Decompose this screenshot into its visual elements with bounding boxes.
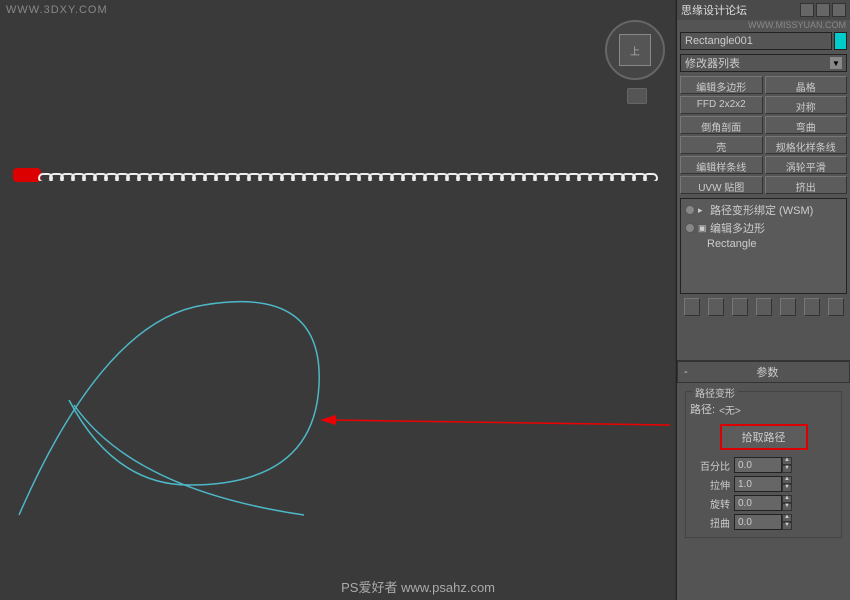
mod-bend-button[interactable]: 弯曲	[765, 116, 848, 134]
rotate-label: 旋转	[690, 496, 730, 511]
viewport[interactable]: WWW.3DXY.COM 上 PS爱好者 www.psahz.com	[0, 0, 675, 600]
params-rollup-header[interactable]: - 参数	[677, 361, 850, 383]
mod-edit-poly-button[interactable]: 编辑多边形	[680, 76, 763, 94]
mod-turbosmooth-button[interactable]: 涡轮平滑	[765, 156, 848, 174]
mod-edit-spline-button[interactable]: 编辑样条线	[680, 156, 763, 174]
pick-path-button[interactable]: 拾取路径	[720, 424, 808, 450]
chevron-down-icon: ▼	[830, 57, 842, 69]
spinner-up-icon[interactable]: ▲	[782, 457, 792, 465]
bulb-icon[interactable]	[685, 205, 695, 215]
mod-lattice-button[interactable]: 晶格	[765, 76, 848, 94]
path-label: 路径:	[690, 401, 715, 417]
object-name-input[interactable]	[680, 32, 832, 50]
forum-title: 思缘设计论坛	[681, 2, 800, 18]
stack-tool-icon[interactable]	[804, 298, 820, 316]
configure-sets-icon[interactable]	[780, 298, 796, 316]
spinner-up-icon[interactable]: ▲	[782, 476, 792, 484]
tab-modify-icon[interactable]	[816, 3, 830, 17]
rotate-input[interactable]	[734, 495, 782, 511]
spinner-down-icon[interactable]: ▼	[782, 465, 792, 473]
stretch-input[interactable]	[734, 476, 782, 492]
viewcube-home-button[interactable]	[627, 88, 647, 104]
chain-gizmo	[13, 168, 41, 182]
show-end-result-icon[interactable]	[708, 298, 724, 316]
spinner-down-icon[interactable]: ▼	[782, 522, 792, 530]
mod-symmetry-button[interactable]: 对称	[765, 96, 848, 114]
spinner-up-icon[interactable]: ▲	[782, 514, 792, 522]
viewcube-face[interactable]: 上	[619, 34, 651, 66]
mod-extrude-button[interactable]: 挤出	[765, 176, 848, 194]
chain-object[interactable]	[13, 168, 668, 182]
twist-label: 扭曲	[690, 515, 730, 530]
stack-item-pathdeform[interactable]: ▸ 路径变形绑定 (WSM)	[683, 201, 844, 219]
spinner-down-icon[interactable]: ▼	[782, 503, 792, 511]
panel-tabs: 思缘设计论坛	[677, 0, 850, 20]
watermark-bottomright: PS爱好者 www.psahz.com	[341, 577, 495, 596]
watermark-topleft: WWW.3DXY.COM	[6, 4, 108, 16]
chain-links	[38, 169, 668, 181]
modifier-list-dropdown[interactable]: 修改器列表 ▼	[680, 54, 847, 72]
group-path-deform-label: 路径变形	[692, 385, 738, 400]
bulb-icon[interactable]	[685, 223, 695, 233]
watermark-topright: WWW.MISSYUAN.COM	[677, 20, 850, 30]
stack-item-rectangle[interactable]: Rectangle	[683, 237, 844, 251]
mod-uvw-button[interactable]: UVW 贴图	[680, 176, 763, 194]
percent-input[interactable]	[734, 457, 782, 473]
twist-input[interactable]	[734, 514, 782, 530]
spinner-up-icon[interactable]: ▲	[782, 495, 792, 503]
tab-create-icon[interactable]	[800, 3, 814, 17]
percent-label: 百分比	[690, 458, 730, 473]
spline-path[interactable]	[14, 240, 384, 520]
object-color-swatch[interactable]	[834, 32, 847, 50]
tab-hierarchy-icon[interactable]	[832, 3, 846, 17]
view-cube[interactable]: 上	[605, 20, 665, 80]
remove-modifier-icon[interactable]	[756, 298, 772, 316]
modifier-stack[interactable]: ▸ 路径变形绑定 (WSM) ▣ 编辑多边形 Rectangle	[680, 198, 847, 294]
stack-item-editpoly[interactable]: ▣ 编辑多边形	[683, 219, 844, 237]
stack-tool2-icon[interactable]	[828, 298, 844, 316]
mod-normalize-button[interactable]: 规格化样条线	[765, 136, 848, 154]
mod-chamfer-button[interactable]: 倒角剖面	[680, 116, 763, 134]
command-panel: 思缘设计论坛 WWW.MISSYUAN.COM 修改器列表 ▼ 编辑多边形 晶格…	[676, 0, 850, 600]
make-unique-icon[interactable]	[732, 298, 748, 316]
path-value: <无>	[719, 402, 741, 417]
spinner-down-icon[interactable]: ▼	[782, 484, 792, 492]
stretch-label: 拉伸	[690, 477, 730, 492]
annotation-arrow	[320, 410, 670, 430]
pin-stack-icon[interactable]	[684, 298, 700, 316]
mod-ffd-button[interactable]: FFD 2x2x2	[680, 96, 763, 114]
mod-shell-button[interactable]: 壳	[680, 136, 763, 154]
stack-toolbar	[677, 296, 850, 320]
